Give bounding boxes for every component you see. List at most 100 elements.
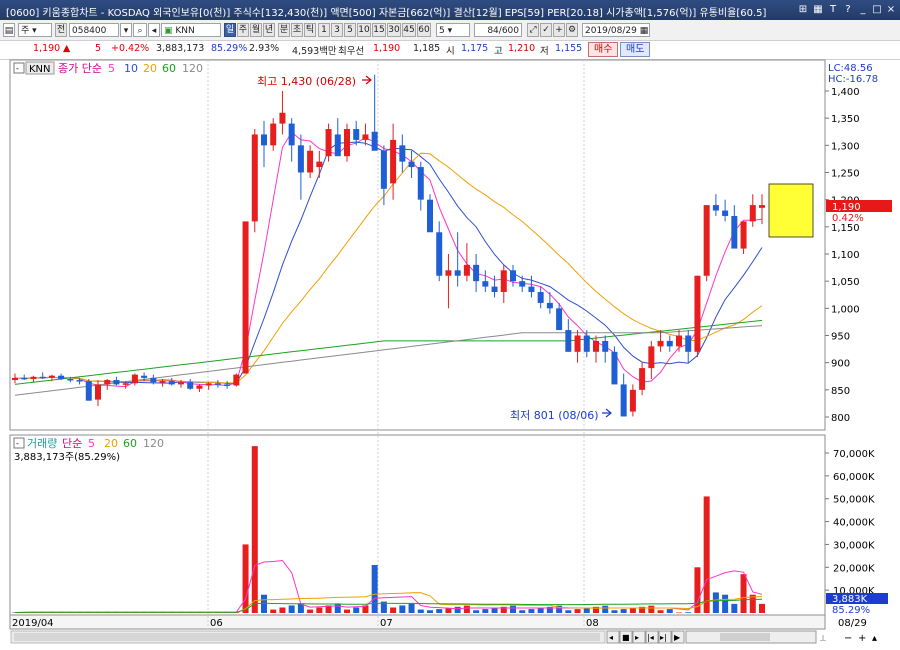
candle-body [270, 123, 277, 146]
volume-legend-ma20: 20 [104, 437, 118, 450]
legend-ma120: 120 [182, 62, 203, 75]
volume-bar [620, 609, 627, 613]
scroll-last-icon: ▸| [660, 633, 667, 642]
candle-body [740, 221, 747, 249]
buy-button[interactable]: 매수 [588, 42, 619, 57]
candle-body [694, 275, 701, 352]
minute-1-button[interactable]: 1 [318, 23, 330, 37]
extend-icon[interactable]: ▴ [872, 633, 877, 644]
full-button[interactable]: 전 [55, 23, 67, 37]
candle-body [178, 382, 184, 385]
high-label: 고 [494, 46, 503, 57]
chart-scroll-controls: ◂ ■ ▸ |◂ ▸| ▶ ⟂ − + ▴ [10, 630, 877, 644]
candle-body [233, 374, 240, 386]
candle-body [676, 335, 682, 347]
date-input[interactable]: 2019/08/29 ▦ [582, 23, 650, 37]
candle-body [500, 270, 507, 293]
crosshair-tool-icon[interactable]: ⟂ [820, 634, 826, 644]
tick-count-value: 5 [439, 26, 445, 36]
candle-body [712, 205, 719, 211]
grid-icon[interactable]: ▦ [811, 3, 825, 17]
volume-value: 3,883,173 [156, 43, 205, 54]
speaker-icon[interactable]: ◂ [148, 23, 160, 37]
candle-body [657, 340, 664, 347]
market-select[interactable]: 주 ▾ [18, 23, 52, 37]
highlight-box[interactable] [768, 183, 814, 238]
period-month-button[interactable]: 월 [250, 23, 262, 37]
zoom-in-icon[interactable]: + [858, 633, 866, 644]
volume-bar [482, 609, 489, 613]
legend-ma5: 5 [108, 62, 115, 75]
stock-chart[interactable]: 1,4001,3501,3001,2501,2001,1501,1001,050… [0, 59, 900, 650]
candle-body [546, 302, 553, 309]
calendar-icon[interactable]: ▦ [640, 26, 649, 36]
link-icon[interactable]: ⊞ [796, 3, 810, 17]
scroll-first-icon: |◂ [647, 633, 654, 642]
close-icon[interactable]: × [884, 3, 898, 17]
open-label: 시 [446, 46, 455, 57]
candle-body [95, 384, 101, 400]
minute-15-button[interactable]: 15 [372, 23, 386, 37]
zoom-thumb[interactable] [720, 633, 770, 641]
candle-body [510, 270, 516, 282]
volume-bar [731, 603, 738, 613]
volume-bar [537, 607, 544, 613]
legend-name: KNN [29, 64, 51, 75]
tick-count-select[interactable]: 5 ▾ [436, 23, 470, 37]
period-week-button[interactable]: 주 [237, 23, 249, 37]
check-icon[interactable]: ✓ [540, 23, 552, 37]
volume-bar [685, 612, 692, 613]
stock-name-value: KNN [175, 26, 195, 36]
volume-bar [666, 609, 673, 613]
candle-body [159, 381, 166, 383]
minute-10-button[interactable]: 10 [357, 23, 371, 37]
sell-button[interactable]: 매도 [620, 42, 651, 57]
zoom-out-icon[interactable]: − [844, 633, 852, 644]
volume-bar [629, 607, 636, 613]
minute-3-button[interactable]: 3 [331, 23, 343, 37]
volume-bar [519, 610, 526, 613]
code-dropdown-icon[interactable]: ▾ [120, 23, 132, 37]
x-label-right: 08/29 [838, 618, 867, 629]
period-day-button[interactable]: 일 [224, 23, 236, 37]
low-label: 저 [540, 46, 549, 57]
minute-60-button[interactable]: 60 [417, 23, 431, 37]
minute-30-button[interactable]: 30 [387, 23, 401, 37]
volume-bar [703, 496, 710, 613]
volume-bar [759, 603, 765, 613]
candle-body [731, 215, 738, 249]
lc-label: LC:48.56 [828, 63, 873, 74]
data-count-input[interactable]: 84/600 [474, 23, 522, 37]
maximize-icon[interactable]: □ [870, 3, 884, 17]
x-label-06: 06 [210, 618, 223, 629]
candle-body [380, 150, 387, 189]
minute-45-button[interactable]: 45 [402, 23, 416, 37]
search-icon[interactable]: ⌕ [133, 23, 147, 37]
candle-body [150, 377, 157, 383]
layout-icon[interactable]: ▤ [3, 23, 15, 37]
candle-body [583, 335, 590, 352]
price-tick-label: 1,350 [831, 114, 860, 125]
x-label-2019-04: 2019/04 [12, 618, 54, 629]
period-minute-button[interactable]: 분 [278, 23, 290, 37]
volume-bar [371, 565, 378, 613]
minimize-icon[interactable]: _ [856, 3, 870, 17]
price-change: 5 [95, 43, 102, 54]
candle-body [353, 129, 360, 140]
settings-icon[interactable]: ⚙ [566, 23, 578, 37]
sync-icon[interactable]: ⤢ [527, 23, 539, 37]
volume-bar [611, 610, 618, 613]
candle-body [749, 205, 756, 222]
stock-name-field[interactable]: ▣ KNN [161, 23, 221, 37]
stock-code-input[interactable]: 058400 [69, 23, 119, 37]
font-icon[interactable]: T [826, 3, 840, 17]
minute-5-button[interactable]: 5 [344, 23, 356, 37]
period-second-button[interactable]: 초 [291, 23, 303, 37]
crosshair-icon[interactable]: + [553, 23, 565, 37]
help-icon[interactable]: ? [841, 3, 855, 17]
chart-scroll-thumb[interactable] [14, 633, 600, 641]
period-year-button[interactable]: 년 [263, 23, 275, 37]
period-tick-button[interactable]: 틱 [304, 23, 316, 37]
volume-bar [316, 607, 323, 613]
candle-body [334, 134, 341, 157]
